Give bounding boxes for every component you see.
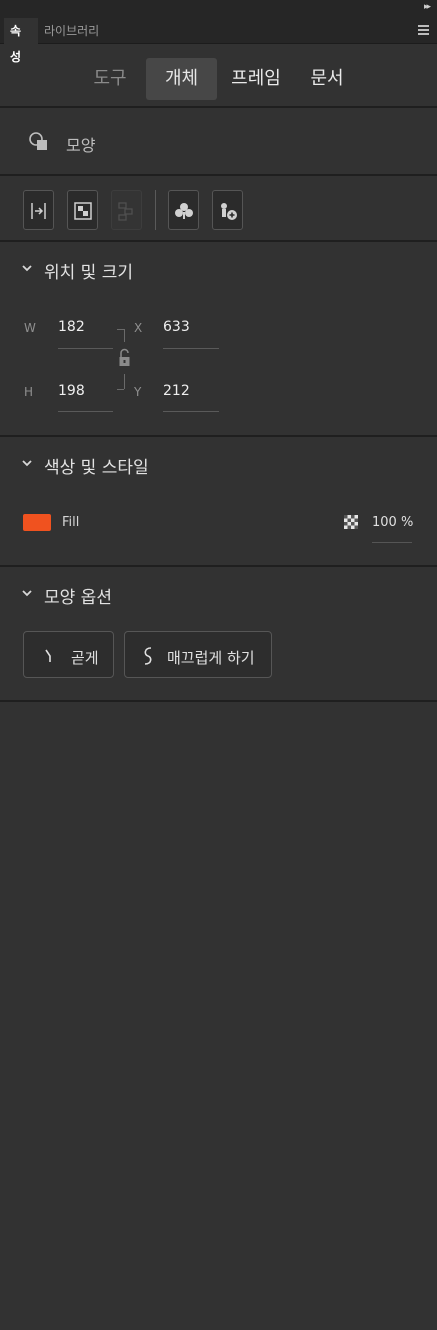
distribute-icon xyxy=(118,202,133,221)
position-size-section: 위치 및 크기 W 182 X 633 H 198 Y 212 xyxy=(0,242,437,437)
height-field[interactable]: 198 xyxy=(58,383,85,399)
chevron-down-icon xyxy=(22,460,32,467)
panel-tab-bar: 속성 라이브러리 xyxy=(0,18,437,64)
link-bracket-top xyxy=(117,329,124,330)
shape-icon xyxy=(29,132,47,150)
smooth-icon xyxy=(144,647,152,665)
break-apart-button[interactable] xyxy=(168,190,199,230)
x-field[interactable]: 633 xyxy=(163,319,190,335)
color-style-section: 색상 및 스타일 Fill 100 % xyxy=(0,437,437,567)
width-field[interactable]: 182 xyxy=(58,319,85,335)
shape-options-section: 모양 옵션 곧게 매끄럽게 하기 xyxy=(0,567,437,702)
convert-symbol-button[interactable] xyxy=(212,190,243,230)
straighten-button[interactable]: 곧게 xyxy=(23,631,114,678)
height-underline xyxy=(58,411,113,412)
smooth-label: 매끄럽게 하기 xyxy=(167,649,255,667)
toolbar-divider xyxy=(155,190,156,230)
segment-document[interactable]: 문서 xyxy=(295,58,359,100)
y-underline xyxy=(163,411,219,412)
link-bracket-bottom-v xyxy=(124,374,125,389)
align-button[interactable] xyxy=(23,190,54,230)
height-label: H xyxy=(24,385,34,399)
position-size-title: 위치 및 크기 xyxy=(44,263,134,283)
arrange-icon xyxy=(74,202,92,220)
panel-menu-icon[interactable] xyxy=(418,25,429,36)
fill-label: Fill xyxy=(62,515,80,530)
object-type-row: 모양 xyxy=(0,108,437,176)
panel-top-strip: ▸▸ xyxy=(0,0,437,18)
y-field[interactable]: 212 xyxy=(163,383,190,399)
segment-object[interactable]: 개체 xyxy=(146,58,217,100)
distribute-button[interactable] xyxy=(111,190,142,230)
category-segmented-control: 도구 개체 프레임 문서 xyxy=(0,44,437,108)
collapse-panel-icon[interactable]: ▸▸ xyxy=(424,2,431,12)
straighten-icon xyxy=(45,649,51,662)
tab-library[interactable]: 라이브러리 xyxy=(38,18,105,44)
link-bracket-top-v xyxy=(124,329,125,342)
convert-symbol-icon xyxy=(221,203,237,220)
segment-frame[interactable]: 프레임 xyxy=(223,58,289,100)
x-label: X xyxy=(134,321,143,335)
transparency-checker-icon xyxy=(344,515,358,529)
arrange-button[interactable] xyxy=(67,190,98,230)
unlock-icon[interactable] xyxy=(118,348,131,368)
object-type-label: 모양 xyxy=(66,136,96,155)
chevron-down-icon xyxy=(22,590,32,597)
tab-properties[interactable]: 속성 xyxy=(4,18,38,64)
align-icon xyxy=(31,203,46,219)
opacity-underline xyxy=(372,542,412,543)
y-label: Y xyxy=(134,385,142,399)
link-bracket-bottom xyxy=(117,389,124,390)
break-apart-icon xyxy=(175,203,193,219)
chevron-down-icon xyxy=(22,265,32,272)
width-underline xyxy=(58,348,113,349)
shape-options-title: 모양 옵션 xyxy=(44,588,112,608)
object-toolbar xyxy=(0,176,437,242)
color-style-title: 색상 및 스타일 xyxy=(44,458,149,478)
smooth-button[interactable]: 매끄럽게 하기 xyxy=(124,631,272,678)
straighten-label: 곧게 xyxy=(71,649,99,667)
width-label: W xyxy=(24,321,36,335)
x-underline xyxy=(163,348,219,349)
fill-color-swatch[interactable] xyxy=(23,514,51,531)
segment-tool[interactable]: 도구 xyxy=(82,58,138,100)
opacity-field[interactable]: 100 % xyxy=(372,515,413,530)
